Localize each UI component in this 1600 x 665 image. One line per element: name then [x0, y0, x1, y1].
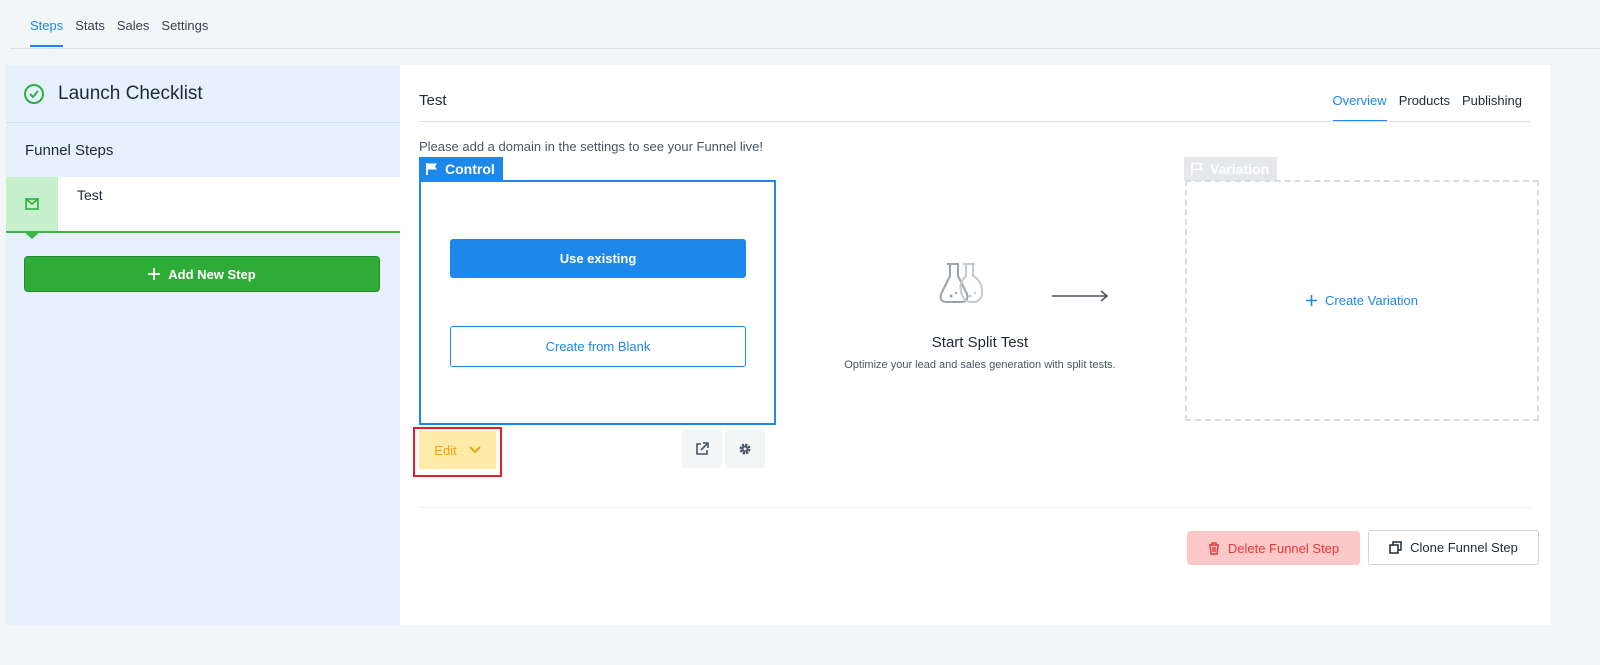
tab-stats[interactable]: Stats: [75, 18, 105, 47]
tab-settings[interactable]: Settings: [161, 18, 208, 47]
add-new-step-button[interactable]: Add New Step: [24, 256, 380, 292]
trash-icon: [1208, 541, 1219, 555]
arrow-right-icon: [1052, 290, 1109, 302]
open-external-button[interactable]: [682, 430, 722, 468]
top-nav-divider: [10, 48, 1600, 49]
edit-dropdown-button[interactable]: Edit: [419, 431, 496, 469]
split-test-title: Start Split Test: [931, 334, 1029, 351]
step-title: Test: [419, 92, 447, 109]
check-circle-icon: [24, 83, 44, 104]
use-existing-button[interactable]: Use existing: [450, 239, 746, 278]
tab-sales[interactable]: Sales: [117, 18, 150, 47]
external-link-icon: [696, 442, 709, 455]
split-test-description: Optimize your lead and sales generation …: [844, 359, 1116, 371]
top-tabs: Steps Stats Sales Settings: [30, 18, 208, 47]
tabs-divider: [419, 121, 1531, 122]
tab-overview[interactable]: Overview: [1332, 93, 1387, 122]
sidebar: Launch Checklist Funnel Steps Test Add N…: [6, 65, 400, 625]
clone-funnel-step-button[interactable]: Clone Funnel Step: [1368, 530, 1539, 565]
domain-notice: Please add a domain in the settings to s…: [419, 139, 763, 154]
flag-icon: [426, 163, 437, 175]
variation-label: Variation: [1184, 157, 1278, 181]
delete-funnel-step-label: Delete Funnel Step: [1227, 540, 1340, 556]
variation-card[interactable]: Create Variation: [1185, 180, 1539, 421]
chevron-down-icon: [468, 446, 481, 454]
flask-icon: [939, 263, 984, 303]
plus-icon: [1306, 295, 1317, 306]
step-pointer: [23, 231, 41, 239]
main-panel: Test Overview Products Publishing Please…: [400, 65, 1550, 625]
add-new-step-label: Add New Step: [168, 266, 256, 282]
edit-label: Edit: [434, 442, 457, 458]
create-variation-button[interactable]: Create Variation: [1306, 293, 1418, 308]
control-card: Use existing Create from Blank: [419, 180, 776, 425]
copy-icon: [1389, 541, 1402, 554]
funnel-steps-heading: Funnel Steps: [25, 141, 114, 159]
flag-outline-icon: [1191, 162, 1204, 175]
mail-icon: [25, 198, 39, 210]
step-tabs: Overview Products Publishing: [1332, 93, 1522, 122]
tab-publishing[interactable]: Publishing: [1462, 93, 1522, 122]
variation-label-text: Variation: [1210, 161, 1270, 177]
tab-products[interactable]: Products: [1399, 93, 1450, 122]
gear-icon: [739, 443, 751, 455]
step-icon-box: [6, 177, 58, 231]
tab-steps[interactable]: Steps: [30, 18, 64, 47]
funnel-step-name: Test: [77, 187, 103, 203]
top-nav: Steps Stats Sales Settings: [0, 0, 1600, 50]
delete-funnel-step-button[interactable]: Delete Funnel Step: [1187, 531, 1360, 565]
control-label-text: Control: [445, 161, 495, 177]
funnel-step-item[interactable]: Test: [6, 177, 400, 239]
clone-funnel-step-label: Clone Funnel Step: [1410, 540, 1518, 555]
launch-checklist-title: Launch Checklist: [58, 82, 203, 104]
control-label: Control: [419, 157, 503, 181]
launch-checklist-header[interactable]: Launch Checklist: [6, 65, 400, 123]
plus-icon: [148, 268, 161, 280]
step-settings-button[interactable]: [725, 430, 765, 468]
create-from-blank-button[interactable]: Create from Blank: [450, 326, 746, 367]
create-variation-label: Create Variation: [1325, 293, 1418, 308]
footer-divider: [419, 507, 1531, 508]
